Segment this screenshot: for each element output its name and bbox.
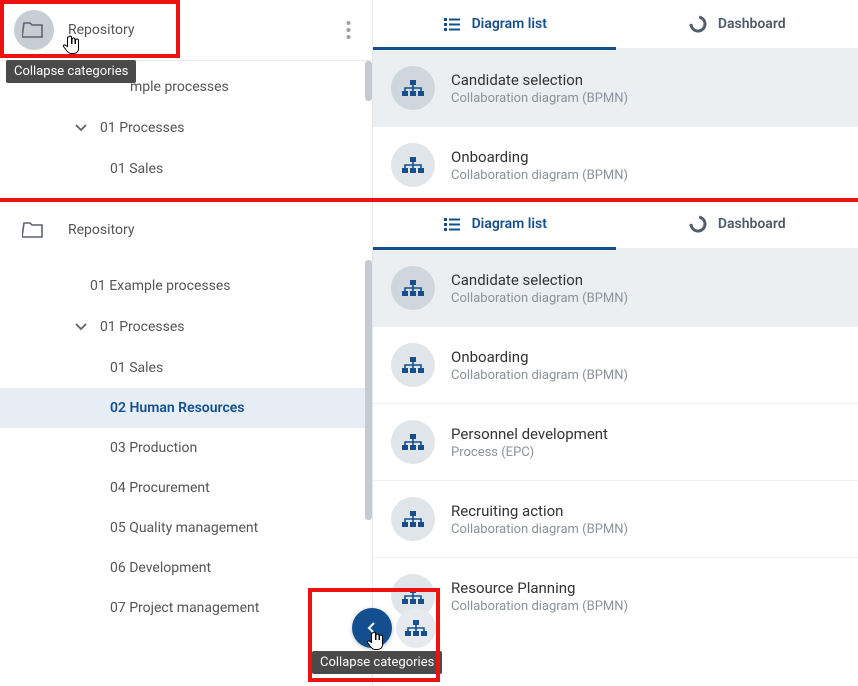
list-item[interactable]: Personnel development Process (EPC): [373, 404, 858, 481]
tree-item-label: 01 Processes: [100, 120, 185, 136]
category-tree: 01 Example processes 01 Processes 01 Sal…: [0, 260, 372, 634]
dashboard-icon: [688, 214, 708, 234]
tree-item-label: 03 Production: [110, 440, 197, 456]
list-item-subtitle: Process (EPC): [451, 445, 608, 460]
tab-diagram-list[interactable]: Diagram list: [373, 200, 616, 248]
tab-bar: Diagram list Dashboard: [373, 200, 858, 250]
top-main: Diagram list Dashboard Candidate selecti…: [372, 0, 858, 200]
repository-header: Repository: [0, 0, 372, 61]
tooltip: Collapse categories: [312, 651, 442, 674]
list-icon: [442, 215, 462, 233]
diagram-list: Candidate selection Collaboration diagra…: [373, 250, 858, 634]
tab-bar: Diagram list Dashboard: [373, 0, 858, 50]
list-item-subtitle: Collaboration diagram (BPMN): [451, 91, 628, 106]
diagram-list: Candidate selection Collaboration diagra…: [373, 50, 858, 204]
tree-item-label: 07 Project management: [110, 600, 259, 616]
list-item-subtitle: Collaboration diagram (BPMN): [451, 368, 628, 383]
tree-item-label: 01 Processes: [100, 319, 185, 335]
list-item[interactable]: Onboarding Collaboration diagram (BPMN): [373, 327, 858, 404]
tree-item[interactable]: 07 Project management: [0, 588, 372, 628]
repository-label: Repository: [68, 22, 338, 38]
tree-item-label: 01 Sales: [110, 161, 163, 177]
tree-item[interactable]: 03 Production: [0, 428, 372, 468]
dashboard-icon: [688, 14, 708, 34]
repository-icon-button[interactable]: [14, 10, 54, 50]
tree-item-label: 05 Quality management: [110, 520, 258, 536]
tree-item[interactable]: 01 Sales: [0, 348, 372, 388]
scrollbar-thumb[interactable]: [365, 61, 372, 101]
list-item-text: Candidate selection Collaboration diagra…: [451, 71, 628, 106]
collapse-categories-button[interactable]: [352, 608, 392, 648]
list-item-subtitle: Collaboration diagram (BPMN): [451, 599, 628, 614]
tab-label: Dashboard: [718, 16, 786, 32]
tree-item-sales[interactable]: 01 Sales: [0, 149, 372, 189]
list-item[interactable]: Candidate selection Collaboration diagra…: [373, 50, 858, 127]
tree-item-label: mple processes: [130, 79, 229, 95]
chevron-down-icon: [72, 119, 90, 137]
list-item[interactable]: Onboarding Collaboration diagram (BPMN): [373, 127, 858, 204]
repository-label: Repository: [68, 222, 358, 238]
tree-item[interactable]: 06 Development: [0, 548, 372, 588]
tab-dashboard[interactable]: Dashboard: [616, 0, 858, 48]
org-icon: [391, 266, 435, 310]
org-icon: [391, 343, 435, 387]
annotation-divider: [0, 198, 858, 202]
tree-item-label: 01 Example processes: [90, 278, 230, 294]
tree-item-processes[interactable]: 01 Processes: [0, 107, 372, 149]
top-panel: Repository mple processes 01 Processes 0…: [0, 0, 858, 200]
list-item-title: Recruiting action: [451, 502, 628, 520]
list-item-title: Candidate selection: [451, 271, 628, 289]
bottom-main: Diagram list Dashboard Candidate selecti…: [372, 200, 858, 686]
org-icon: [391, 143, 435, 187]
tree-item-label: 02 Human Resources: [110, 400, 244, 416]
tree-item-example[interactable]: 01 Example processes: [0, 266, 372, 306]
list-item[interactable]: Resource Planning Collaboration diagram …: [373, 558, 858, 634]
tab-diagram-list[interactable]: Diagram list: [373, 0, 616, 48]
bottom-sidebar: Repository 01 Example processes 01 Proce…: [0, 200, 372, 686]
tab-label: Diagram list: [472, 216, 547, 232]
org-icon: [391, 420, 435, 464]
list-icon: [442, 15, 462, 33]
list-item[interactable]: Recruiting action Collaboration diagram …: [373, 481, 858, 558]
org-icon: [391, 497, 435, 541]
tab-label: Diagram list: [472, 16, 547, 32]
list-item-text: Onboarding Collaboration diagram (BPMN): [451, 148, 628, 183]
repository-icon-button[interactable]: [14, 210, 54, 250]
tab-label: Dashboard: [718, 216, 786, 232]
list-item-subtitle: Collaboration diagram (BPMN): [451, 522, 628, 537]
top-sidebar: Repository mple processes 01 Processes 0…: [0, 0, 372, 200]
org-icon: [391, 66, 435, 110]
tab-dashboard[interactable]: Dashboard: [616, 200, 858, 248]
list-item-title: Onboarding: [451, 348, 628, 366]
list-item[interactable]: Candidate selection Collaboration diagra…: [373, 250, 858, 327]
list-item-title: Onboarding: [451, 148, 628, 166]
list-item-subtitle: Collaboration diagram (BPMN): [451, 168, 628, 183]
tooltip: Collapse categories: [6, 60, 136, 83]
tree-item[interactable]: 04 Procurement: [0, 468, 372, 508]
list-item-title: Resource Planning: [451, 579, 628, 597]
tree-item-label: 04 Procurement: [110, 480, 210, 496]
chevron-down-icon: [72, 318, 90, 336]
list-item-title: Personnel development: [451, 425, 608, 443]
tree-item[interactable]: 02 Human Resources: [0, 388, 372, 428]
tree-item-label: 06 Development: [110, 560, 211, 576]
tree-item-label: 01 Sales: [110, 360, 163, 376]
tree-item[interactable]: 05 Quality management: [0, 508, 372, 548]
scrollbar-thumb[interactable]: [365, 260, 372, 520]
tree-item-processes[interactable]: 01 Processes: [0, 306, 372, 348]
more-menu-button[interactable]: [338, 16, 358, 44]
fab-adjacent-icon[interactable]: [396, 608, 436, 648]
repository-header: Repository: [0, 200, 372, 260]
list-item-title: Candidate selection: [451, 71, 628, 89]
list-item-subtitle: Collaboration diagram (BPMN): [451, 291, 628, 306]
bottom-panel: Repository 01 Example processes 01 Proce…: [0, 200, 858, 686]
